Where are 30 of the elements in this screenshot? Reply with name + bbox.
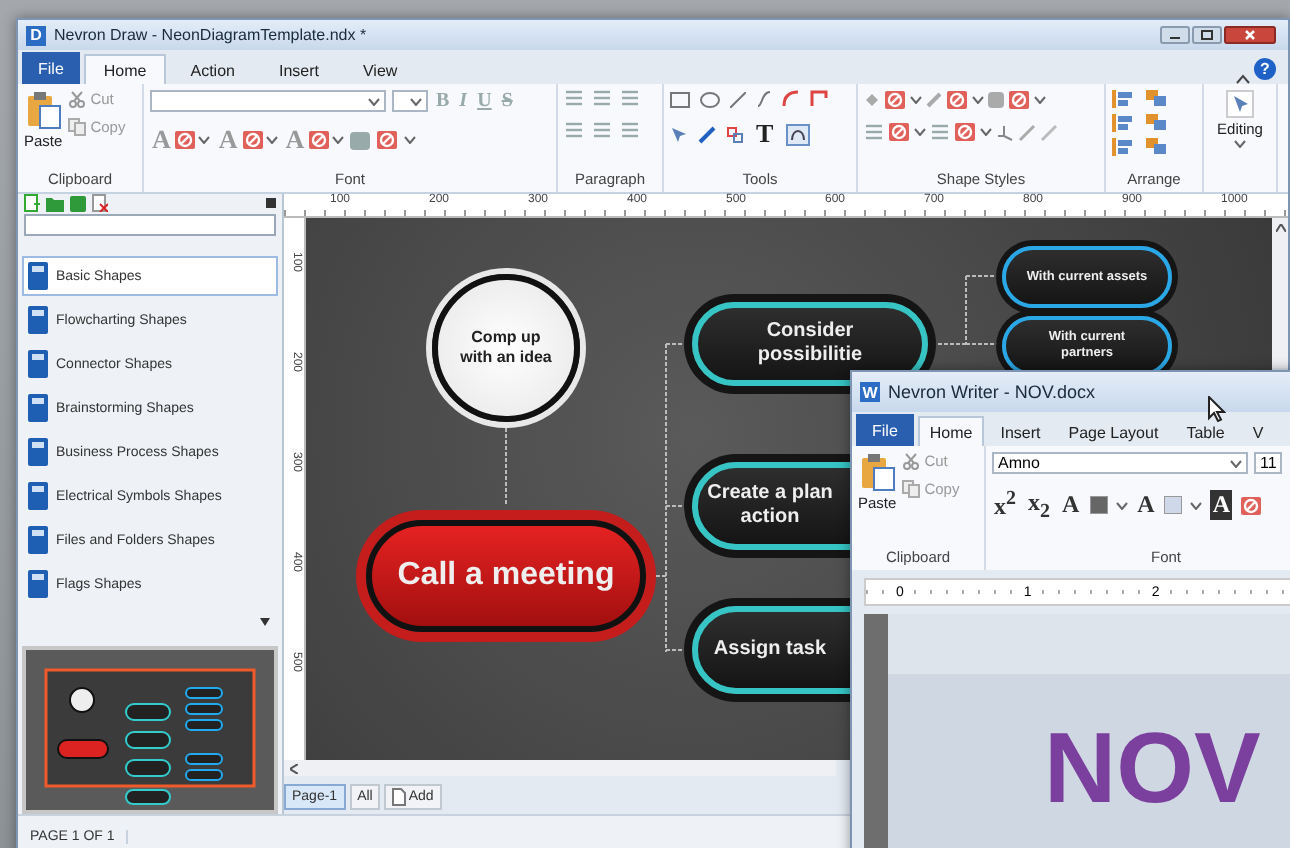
node-label: Comp up with an idea — [460, 328, 552, 368]
font-button[interactable]: A — [1210, 490, 1233, 521]
node-label: Create a plan action — [707, 482, 833, 530]
window-title: Nevron Draw - NeonDiagramTemplate.ndx * — [54, 26, 367, 44]
ribbon-tab[interactable]: Home — [83, 54, 167, 84]
font-button[interactable]: A — [1135, 490, 1157, 521]
ribbon-tab[interactable]: Home — [917, 416, 985, 446]
ribbon-tab[interactable]: View — [342, 54, 418, 84]
file-tab[interactable]: File — [856, 414, 914, 446]
font-name-field[interactable]: Amno — [992, 452, 1248, 474]
document-heading: NOV — [1044, 712, 1261, 824]
ribbon-tab[interactable]: Action — [170, 54, 255, 84]
ribbon-tab[interactable]: Table — [1174, 416, 1237, 446]
font-button[interactable]: x$_{2}$ — [1026, 488, 1052, 523]
font-size-field[interactable]: 11 — [1254, 452, 1282, 474]
ribbon-tab[interactable]: Page Layout — [1056, 416, 1171, 446]
app-icon: W — [860, 382, 880, 402]
help-button[interactable]: ? — [1254, 58, 1276, 80]
ribbon-tab[interactable]: Insert — [258, 54, 339, 84]
text-tool-button[interactable]: T — [754, 118, 776, 150]
window-title: Nevron Writer - NOV.docx — [888, 382, 1096, 402]
font-button[interactable]: x$^{2}$ — [992, 488, 1018, 523]
node-label: Consider possibilitie — [757, 320, 863, 368]
node-label: Assign task — [713, 638, 827, 662]
font-button[interactable]: A — [1060, 490, 1082, 521]
file-tab[interactable]: File — [22, 52, 80, 84]
ribbon-tab[interactable]: V — [1240, 416, 1276, 446]
node-label: Call a meeting — [397, 556, 615, 596]
ribbon-tab[interactable]: Insert — [988, 416, 1053, 446]
app-icon: D — [26, 25, 46, 45]
